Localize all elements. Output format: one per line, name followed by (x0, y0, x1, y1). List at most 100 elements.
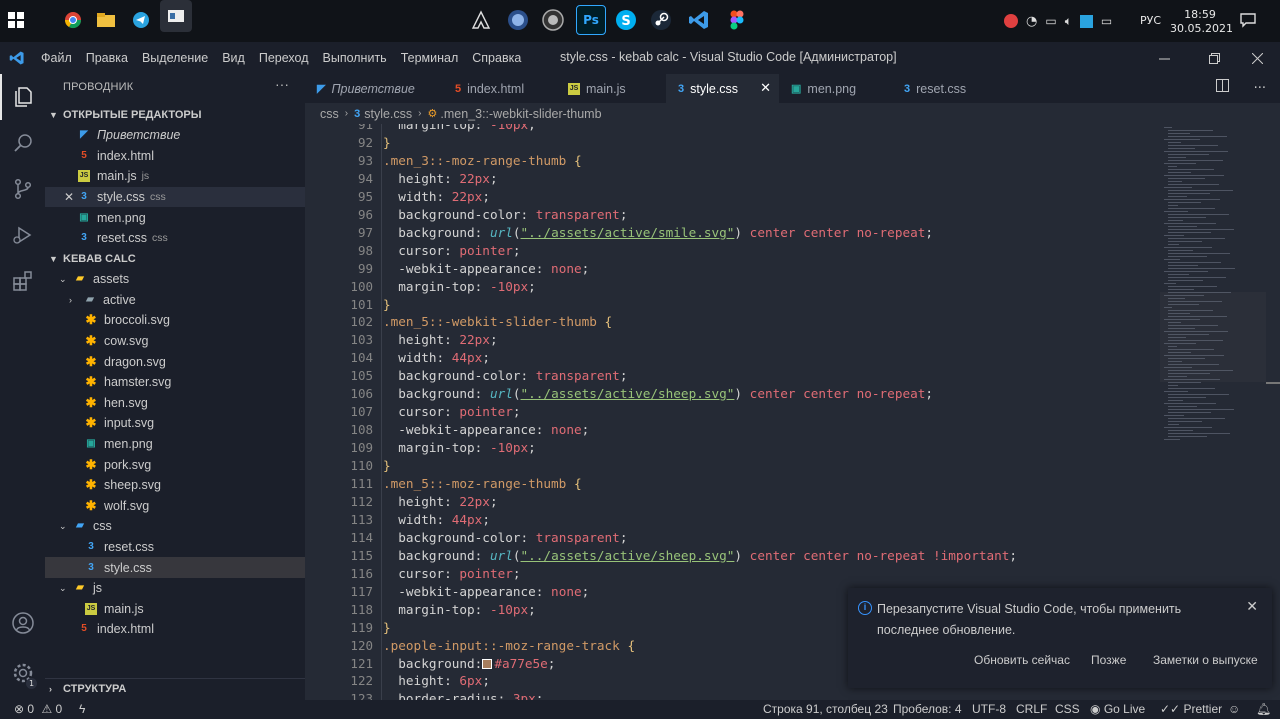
telegram-icon[interactable] (126, 5, 156, 35)
indentation[interactable]: Пробелов: 4 (893, 702, 962, 716)
notifications-bell-icon[interactable]: 🔔︎ (1256, 702, 1271, 716)
open-editor-welcome[interactable]: ◤ Приветствие (45, 125, 305, 146)
code-line[interactable]: margin-top: -10px; (383, 601, 536, 619)
open-editor-reset-css[interactable]: 3 reset.css css (45, 228, 305, 249)
code-line[interactable]: cursor: pointer; (383, 565, 520, 583)
split-editor-icon[interactable] (1216, 79, 1230, 96)
minimap[interactable] (1160, 124, 1266, 444)
menu-help[interactable]: Справка (465, 51, 528, 65)
file-style-css[interactable]: 3 style.css (45, 557, 305, 578)
tab-index-html[interactable]: 5 index.html (443, 74, 556, 103)
code-line[interactable]: } (383, 619, 391, 637)
wifi-icon[interactable]: ◔ (1026, 14, 1037, 29)
release-notes-button[interactable]: Заметки о выпуске (1153, 653, 1258, 667)
open-editor-index-html[interactable]: 5 index.html (45, 146, 305, 167)
code-line[interactable]: cursor: pointer; (383, 242, 520, 260)
file-hamster-svg[interactable]: ✱ hamster.svg (45, 372, 305, 393)
update-now-button[interactable]: Обновить сейчас (974, 653, 1070, 667)
code-line[interactable]: } (383, 134, 391, 152)
close-notification-icon[interactable]: ✕ (1246, 598, 1258, 615)
tab-men-png[interactable]: ▣ men.png (779, 74, 892, 103)
tab-reset-css[interactable]: 3 reset.css (892, 74, 1005, 103)
volume-icon[interactable]: 🔈︎ (1065, 14, 1072, 29)
settings-gear-icon[interactable]: 1 (0, 650, 45, 696)
extensions-icon[interactable] (0, 258, 45, 304)
code-line[interactable]: margin-top: -10px; (383, 278, 536, 296)
more-actions-icon[interactable]: ··· (275, 76, 289, 92)
structure-header[interactable]: › СТРУКТУРА (45, 678, 305, 699)
file-hen-svg[interactable]: ✱ hen.svg (45, 393, 305, 414)
encoding[interactable]: UTF-8 (972, 702, 1006, 716)
source-control-icon[interactable] (0, 166, 45, 212)
live-share-icon[interactable]: ϟ (79, 702, 85, 716)
folder-active[interactable]: › ▰ active (45, 290, 305, 311)
code-line[interactable]: background: url("../assets/active/sheep.… (383, 385, 933, 403)
tab-welcome[interactable]: ◤ Приветствие (305, 74, 443, 103)
minimap-slider[interactable] (1160, 292, 1266, 382)
file-index-html[interactable]: 5 index.html (45, 619, 305, 640)
clock[interactable]: 18:59 30.05.2021 (1170, 8, 1233, 36)
code-line[interactable]: height: 22px; (383, 331, 497, 349)
inkscape-icon[interactable] (466, 5, 496, 35)
feedback-icon[interactable]: ☺ (1228, 702, 1240, 716)
tab-main-js[interactable]: JS main.js (556, 74, 666, 103)
app-tray-icon[interactable] (1079, 14, 1093, 28)
open-editors-header[interactable]: ▼ ОТКРЫТЫЕ РЕДАКТОРЫ (45, 104, 305, 125)
language-mode[interactable]: CSS (1055, 702, 1080, 716)
menu-file[interactable]: Файл (34, 51, 79, 65)
code-line[interactable]: background: url("../assets/active/smile.… (383, 224, 933, 242)
close-tab-icon[interactable]: ✕ (760, 80, 771, 96)
file-pork-svg[interactable]: ✱ pork.svg (45, 454, 305, 475)
code-line[interactable]: width: 22px; (383, 188, 490, 206)
code-line[interactable]: border-radius: 3px; (383, 690, 543, 700)
chrome-icon[interactable] (58, 5, 88, 35)
code-line[interactable]: width: 44px; (383, 349, 490, 367)
code-line[interactable]: -webkit-appearance: none; (383, 421, 589, 439)
menu-run[interactable]: Выполнить (316, 51, 394, 65)
obs-icon[interactable] (538, 5, 568, 35)
code-line[interactable]: background: #a77e5e; (383, 655, 555, 673)
accounts-icon[interactable] (0, 600, 45, 646)
folder-js[interactable]: ⌄ ▰ js (45, 578, 305, 599)
file-main-js[interactable]: JS main.js (45, 599, 305, 620)
code-line[interactable]: background-color: transparent; (383, 367, 627, 385)
file-sheep-svg[interactable]: ✱ sheep.svg (45, 475, 305, 496)
code-line[interactable]: .men_5::-webkit-slider-thumb { (383, 313, 612, 331)
file-broccoli-svg[interactable]: ✱ broccoli.svg (45, 310, 305, 331)
file-dragon-svg[interactable]: ✱ dragon.svg (45, 351, 305, 372)
explorer-icon[interactable] (0, 74, 45, 120)
skype-icon[interactable]: S (611, 5, 641, 35)
code-line[interactable]: background: url("../assets/active/sheep.… (383, 547, 1017, 565)
notification-badge-icon[interactable] (1004, 14, 1018, 28)
code-line[interactable]: .people-input::-moz-range-track { (383, 637, 635, 655)
folder-css[interactable]: ⌄ ▰ css (45, 516, 305, 537)
code-line[interactable]: -webkit-appearance: none; (383, 583, 589, 601)
open-editor-main-js[interactable]: JS main.js js (45, 166, 305, 187)
search-icon[interactable] (0, 120, 45, 166)
code-line[interactable]: height: 22px; (383, 493, 497, 511)
breadcrumb-symbol[interactable]: .men_3::-webkit-slider-thumb (440, 107, 601, 121)
code-line[interactable]: .men_5::-moz-range-thumb { (383, 475, 582, 493)
photoshop-icon[interactable]: Ps (576, 5, 606, 35)
code-line[interactable]: cursor: pointer; (383, 403, 520, 421)
code-line[interactable]: } (383, 296, 391, 314)
prettier-button[interactable]: ✓✓ Prettier (1160, 702, 1222, 716)
network-icon[interactable]: ▭ (1045, 14, 1056, 28)
file-reset-css[interactable]: 3 reset.css (45, 537, 305, 558)
code-line[interactable]: width: 44px; (383, 511, 490, 529)
go-live-button[interactable]: ◉ Go Live (1090, 702, 1145, 716)
close-window-button[interactable] (1234, 42, 1280, 74)
steam-icon[interactable] (646, 5, 676, 35)
code-line[interactable]: background-color: transparent; (383, 206, 627, 224)
figma-icon[interactable] (722, 5, 752, 35)
code-line[interactable]: margin-top: -10px; (383, 124, 536, 134)
menu-view[interactable]: Вид (215, 51, 252, 65)
folder-assets[interactable]: ⌄ ▰ assets (45, 269, 305, 290)
close-editor-icon[interactable]: ✕ (64, 190, 78, 204)
app-window-icon[interactable] (160, 0, 192, 32)
file-men-png[interactable]: ▣ men.png (45, 434, 305, 455)
end-of-line[interactable]: CRLF (1016, 702, 1047, 716)
cinema4d-icon[interactable] (503, 5, 533, 35)
code-line[interactable]: .men_3::-moz-range-thumb { (383, 152, 582, 170)
breadcrumb-folder[interactable]: css (320, 107, 339, 121)
